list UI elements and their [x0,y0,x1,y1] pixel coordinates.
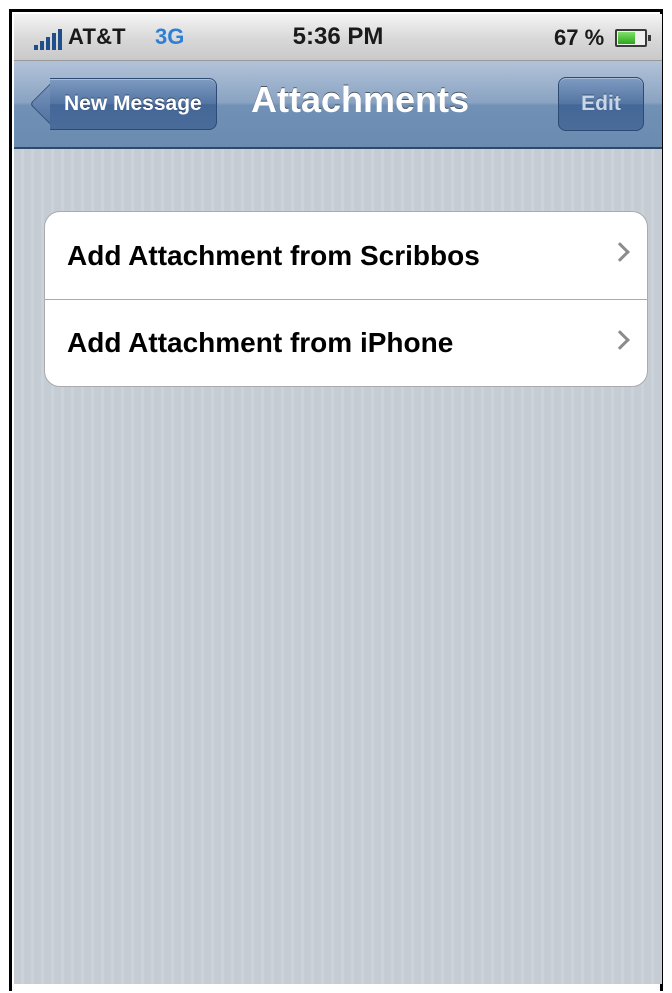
add-attachment-scribbos-row[interactable]: Add Attachment from Scribbos [45,212,647,299]
status-bar: AT&T 3G 5:36 PM 67 % [14,14,662,61]
list-item-label: Add Attachment from iPhone [67,327,454,358]
attachment-options-group: Add Attachment from Scribbos Add Attachm… [44,211,648,387]
page-title: Attachments [251,79,470,120]
back-button[interactable]: New Message [50,78,217,130]
list-item-label: Add Attachment from Scribbos [67,239,480,271]
edit-button[interactable]: Edit [558,77,644,131]
chevron-right-icon [610,242,630,262]
chevron-right-icon [610,330,630,350]
phone-screen: AT&T 3G 5:36 PM 67 % New Message Attachm… [14,14,662,984]
battery-percent: 67 % [554,25,605,50]
battery-icon [615,29,651,47]
back-button-label: New Message [64,92,202,115]
navigation-bar: New Message Attachments Edit [14,61,662,149]
battery-level [618,32,636,44]
add-attachment-iphone-row[interactable]: Add Attachment from iPhone [45,299,647,386]
content-area: Add Attachment from Scribbos Add Attachm… [14,149,662,984]
